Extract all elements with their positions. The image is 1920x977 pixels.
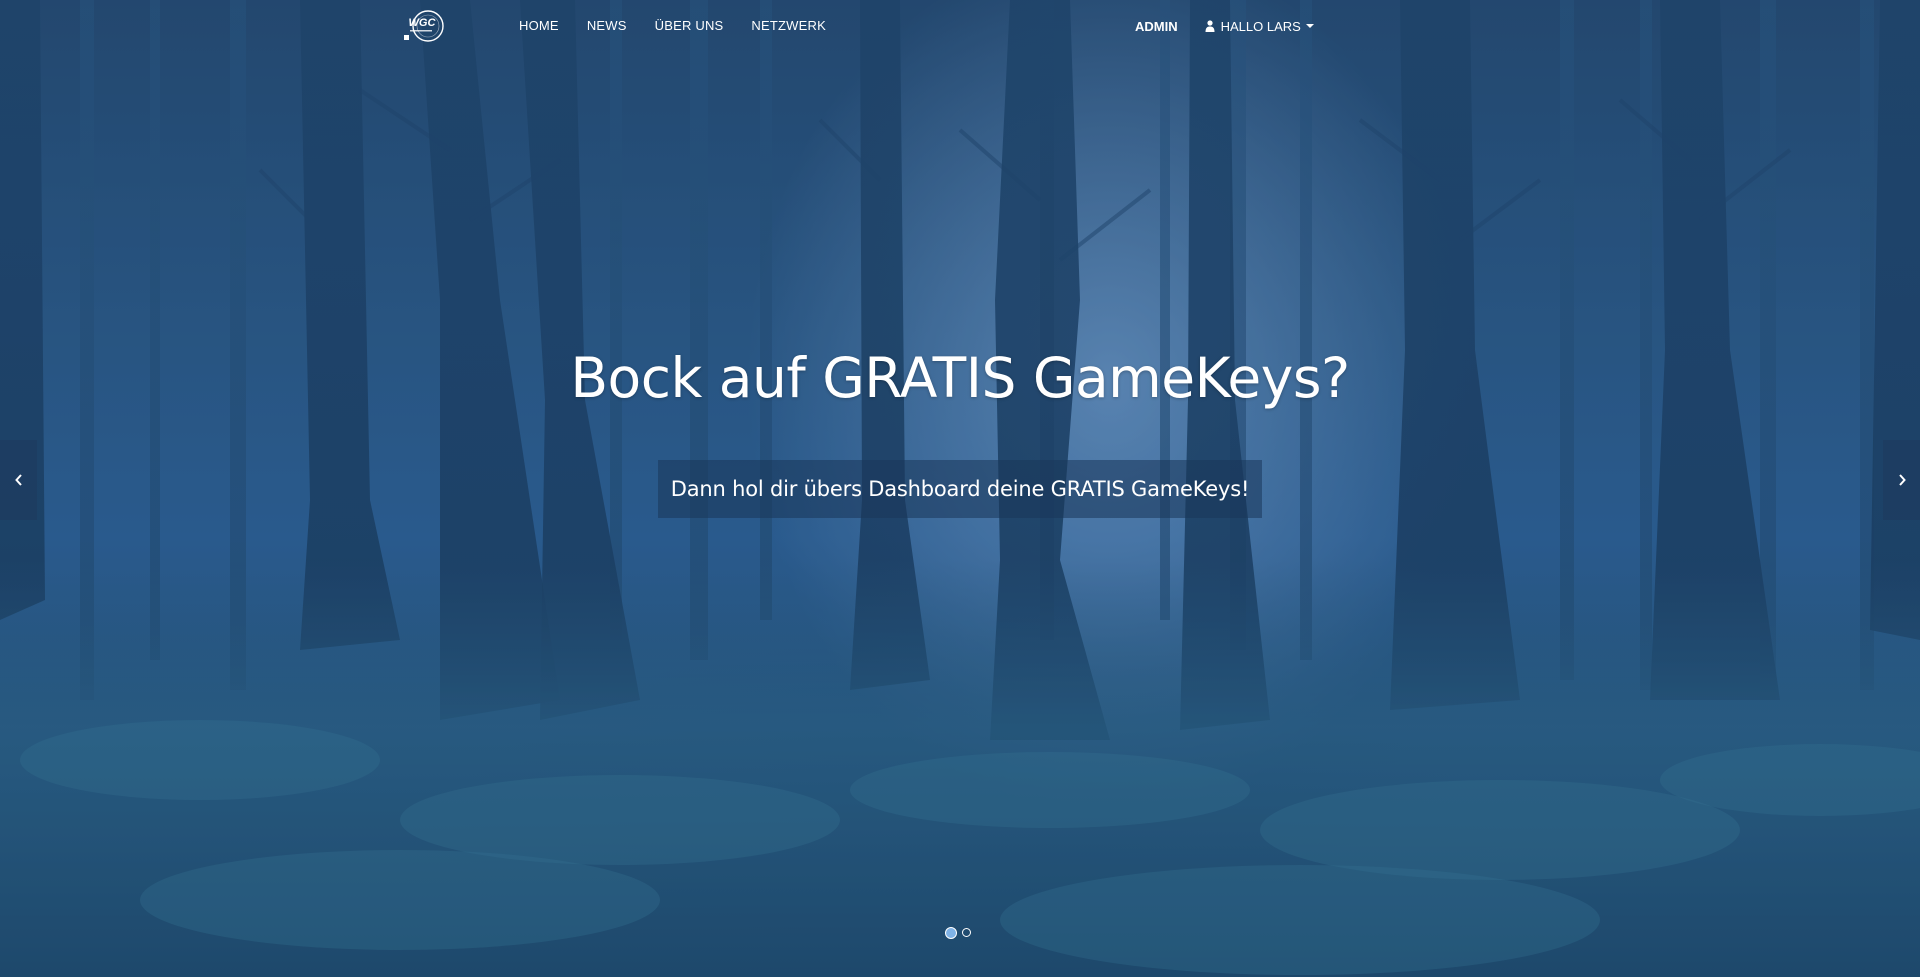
main-nav: HOME NEWS ÜBER UNS NETZWERK [505,0,840,52]
hero-carousel: WGC HOME NEWS ÜBER UNS NETZWERK ADMIN HA… [0,0,1920,977]
hero-title: Bock auf GRATIS GameKeys? [570,346,1350,410]
logo-text: WGC [409,17,437,29]
nav-home[interactable]: HOME [505,0,573,52]
user-dropdown-toggle[interactable]: HALLO LARS [1193,19,1326,34]
nav-news[interactable]: NEWS [573,0,641,52]
nav-ueber-uns[interactable]: ÜBER UNS [641,0,738,52]
hero-subtitle-box: Dann hol dir übers Dashboard deine GRATI… [658,460,1262,518]
caret-down-icon [1305,24,1314,28]
user-greeting: HALLO LARS [1220,18,1301,34]
logo-icon[interactable]: WGC [398,8,448,44]
nav-netzwerk[interactable]: NETZWERK [737,0,840,52]
top-navbar: WGC HOME NEWS ÜBER UNS NETZWERK ADMIN HA… [0,0,1920,52]
nav-admin[interactable]: ADMIN [1120,19,1193,34]
carousel-prev-button[interactable] [0,440,37,520]
carousel-indicators [945,926,971,939]
nav-right: ADMIN HALLO LARS [1120,0,1326,52]
carousel-indicator-2[interactable] [962,928,971,937]
carousel-indicator-1[interactable] [945,926,957,939]
carousel-next-button[interactable] [1883,440,1920,520]
chevron-right-icon [1898,474,1906,486]
hero-subtitle: Dann hol dir übers Dashboard deine GRATI… [670,477,1250,501]
user-icon [1205,20,1215,32]
chevron-left-icon [14,474,22,486]
